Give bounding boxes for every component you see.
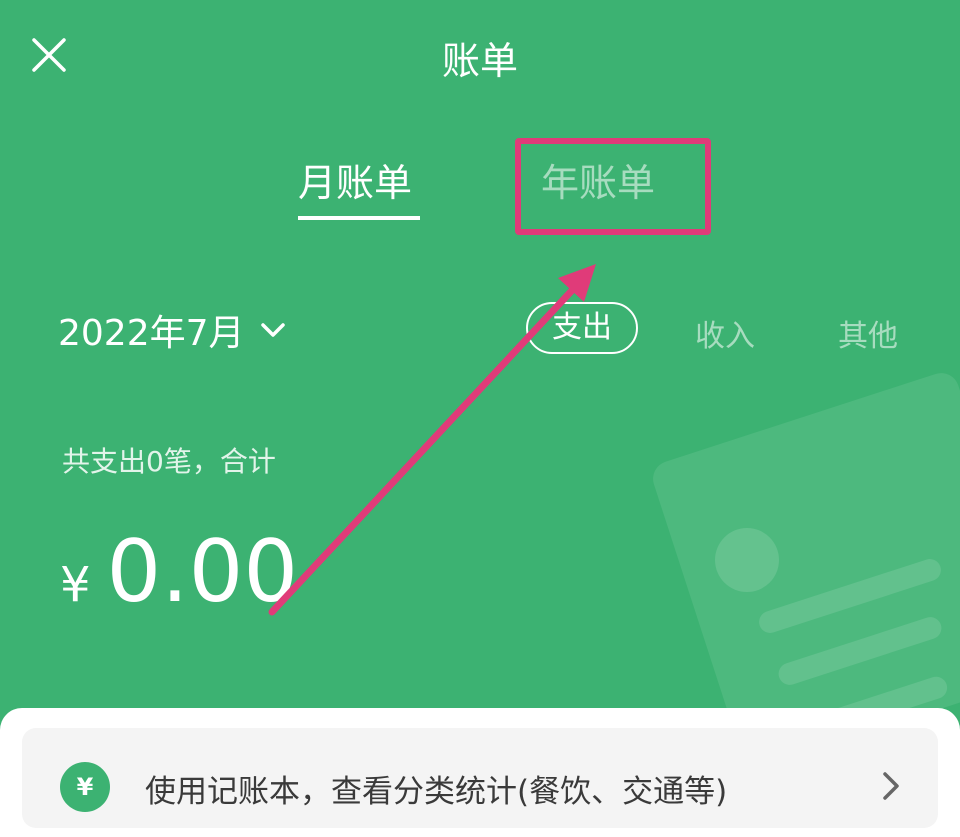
currency-symbol: ¥ — [60, 557, 91, 613]
active-tab-indicator — [298, 216, 420, 220]
month-picker[interactable]: 2022年7月 — [58, 304, 287, 356]
chevron-right-icon[interactable] — [880, 770, 902, 806]
tab-monthly-bill[interactable]: 月账单 — [298, 152, 412, 207]
ledger-banner-text: 使用记账本，查看分类统计(餐饮、交通等) — [145, 774, 728, 810]
total-amount: ¥ 0.00 — [60, 522, 298, 622]
bill-screen: 账单 月账单 年账单 2022年7月 支出 收入 其他 共支出0笔，合计 ¥ 0… — [0, 0, 960, 837]
amount-value: 0.00 — [106, 522, 299, 622]
expense-summary: 共支出0笔，合计 — [62, 445, 276, 478]
filter-expense[interactable]: 支出 — [526, 302, 638, 354]
page-title: 账单 — [441, 39, 518, 83]
decorative-circle — [715, 528, 779, 592]
chevron-down-icon — [260, 323, 285, 337]
month-picker-value: 2022年7月 — [58, 313, 245, 354]
annotation-highlight-box — [515, 138, 711, 235]
ledger-icon: ¥ — [60, 762, 110, 812]
filter-income[interactable]: 收入 — [695, 311, 755, 355]
filter-other[interactable]: 其他 — [838, 311, 898, 355]
